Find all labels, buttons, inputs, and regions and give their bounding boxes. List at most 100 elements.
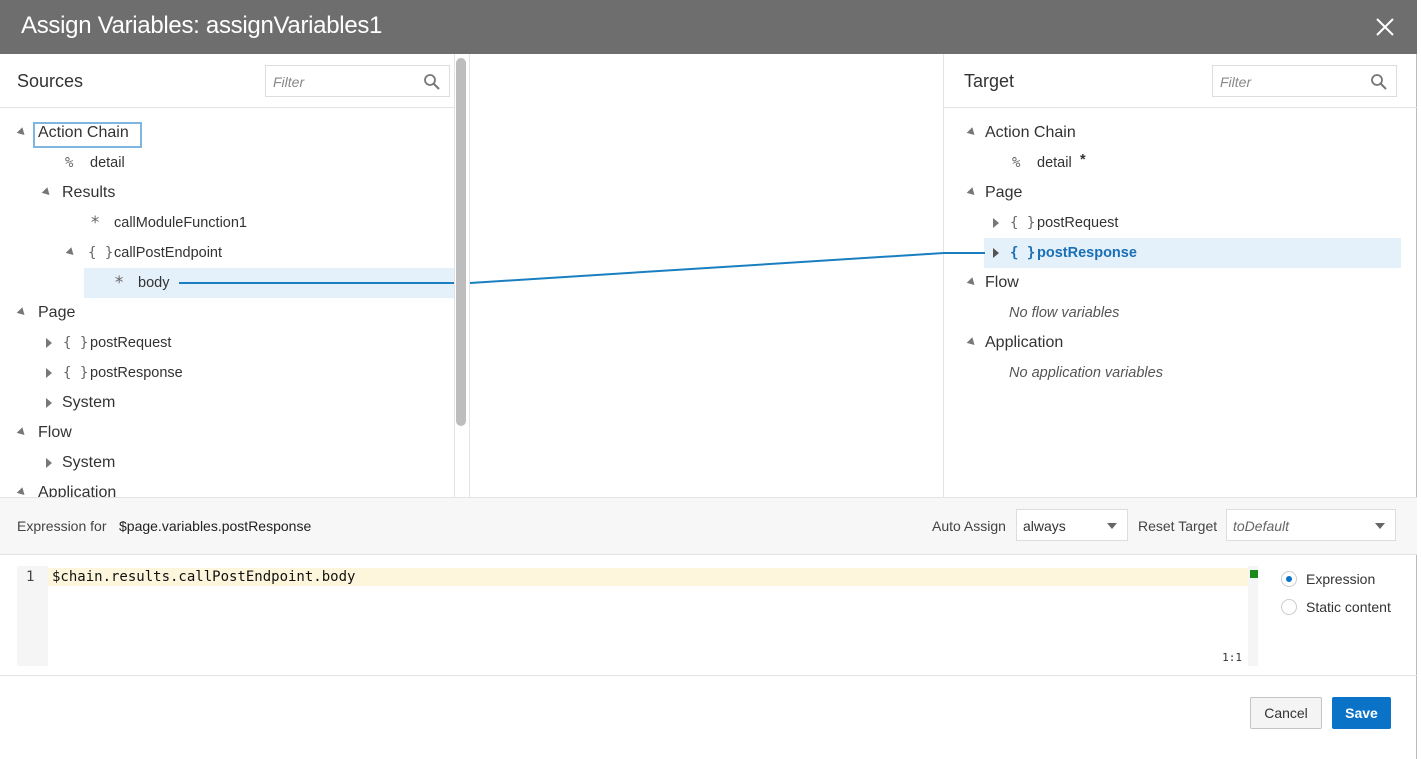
radio-expression-label[interactable]: Expression xyxy=(1306,571,1375,587)
collapse-icon[interactable] xyxy=(16,127,28,138)
collapse-icon[interactable] xyxy=(966,337,978,348)
collapse-icon[interactable] xyxy=(65,247,77,258)
dialog-footer: Cancel Save xyxy=(0,675,1417,759)
assign-variables-dialog: Assign Variables: assignVariables1 Sourc… xyxy=(0,0,1417,759)
canvas-divider-left xyxy=(469,54,470,498)
auto-assign-label: Auto Assign xyxy=(932,518,1006,534)
tree-node-system[interactable]: System xyxy=(0,388,454,418)
tree-node-callmodulefunction1[interactable]: * callModuleFunction1 xyxy=(0,208,454,238)
required-marker: * xyxy=(1080,152,1086,168)
editor-code-area[interactable]: $chain.results.callPostEndpoint.body 1:1 xyxy=(48,566,1248,666)
close-icon[interactable] xyxy=(1373,15,1397,39)
tree-node-action-chain[interactable]: Action Chain xyxy=(0,118,454,148)
tree-node-results[interactable]: Results xyxy=(0,178,454,208)
sources-header: Sources Filter xyxy=(0,54,455,108)
auto-assign-select[interactable]: always xyxy=(1016,509,1128,541)
tree-node-label: body xyxy=(138,275,170,291)
expand-icon[interactable] xyxy=(46,338,52,348)
sources-scrollbar[interactable] xyxy=(456,58,466,426)
asterisk-icon: * xyxy=(114,273,125,293)
collapse-icon[interactable] xyxy=(16,427,28,438)
sources-divider xyxy=(454,54,455,498)
tree-node-postresponse[interactable]: { } postResponse xyxy=(0,358,454,388)
tree-node-application[interactable]: Application xyxy=(944,328,1417,358)
expand-icon[interactable] xyxy=(993,248,999,258)
tree-node-callpostendpoint[interactable]: { } callPostEndpoint xyxy=(0,238,454,268)
search-icon[interactable] xyxy=(423,73,441,91)
expand-icon[interactable] xyxy=(993,218,999,228)
sources-filter-input[interactable]: Filter xyxy=(265,65,450,97)
tree-node-flow[interactable]: Flow xyxy=(944,268,1417,298)
collapse-icon[interactable] xyxy=(16,487,28,497)
tree-node-label: Page xyxy=(38,304,76,321)
object-icon: { } xyxy=(88,245,114,261)
collapse-icon[interactable] xyxy=(16,307,28,318)
tree-node-flow-system[interactable]: System xyxy=(0,448,454,478)
collapse-icon[interactable] xyxy=(966,277,978,288)
target-filter-placeholder: Filter xyxy=(1220,74,1252,90)
collapse-icon[interactable] xyxy=(41,187,53,198)
target-filter-input[interactable]: Filter xyxy=(1212,65,1397,97)
tree-node-postrequest[interactable]: { } postRequest xyxy=(944,208,1417,238)
expression-code[interactable]: $chain.results.callPostEndpoint.body xyxy=(52,569,355,585)
tree-node-action-chain[interactable]: Action Chain xyxy=(944,118,1417,148)
empty-note-text: No application variables xyxy=(1009,365,1163,381)
any-type-icon: % xyxy=(65,155,74,171)
reset-target-label: Reset Target xyxy=(1138,518,1218,534)
asterisk-icon: * xyxy=(90,213,101,233)
dialog-titlebar: Assign Variables: assignVariables1 xyxy=(0,0,1417,54)
target-heading: Target xyxy=(964,71,1015,91)
search-icon[interactable] xyxy=(1370,73,1388,91)
target-tree: Action Chain % detail * Page { } postReq… xyxy=(944,108,1417,497)
empty-flow-note: No flow variables xyxy=(944,298,1417,328)
radio-expression[interactable] xyxy=(1281,571,1297,587)
tree-node-label: Page xyxy=(985,184,1023,201)
tree-node-page[interactable]: Page xyxy=(0,298,454,328)
tree-node-label: postRequest xyxy=(1037,215,1119,231)
tree-node-body[interactable]: * body xyxy=(0,268,454,298)
expand-icon[interactable] xyxy=(46,458,52,468)
tree-node-label: Flow xyxy=(38,424,72,441)
tree-node-flow[interactable]: Flow xyxy=(0,418,454,448)
sources-tree: Action Chain % detail Results * callModu… xyxy=(0,108,454,497)
empty-application-note: No application variables xyxy=(944,358,1417,388)
tree-node-label: detail xyxy=(90,155,125,171)
cancel-button[interactable]: Cancel xyxy=(1250,697,1322,729)
expression-bar: Expression for $page.variables.postRespo… xyxy=(0,497,1417,555)
tree-node-detail[interactable]: % detail xyxy=(0,148,454,178)
expand-icon[interactable] xyxy=(46,398,52,408)
object-icon: { } xyxy=(63,365,89,381)
reset-target-select[interactable]: toDefault xyxy=(1226,509,1396,541)
reset-target-value: toDefault xyxy=(1233,518,1290,534)
tree-node-postresponse[interactable]: { } postResponse xyxy=(944,238,1417,268)
line-number: 1 xyxy=(26,569,35,585)
sources-filter-placeholder: Filter xyxy=(273,74,305,90)
tree-node-label: Action Chain xyxy=(38,124,129,141)
object-icon: { } xyxy=(63,335,89,351)
tree-node-detail[interactable]: % detail * xyxy=(944,148,1417,178)
any-type-icon: % xyxy=(1012,155,1021,171)
radio-static-content[interactable] xyxy=(1281,599,1297,615)
tree-node-application[interactable]: Application xyxy=(0,478,454,497)
tree-node-label: postRequest xyxy=(90,335,172,351)
valid-status-marker xyxy=(1250,570,1258,578)
radio-static-content-label[interactable]: Static content xyxy=(1306,599,1391,615)
collapse-icon[interactable] xyxy=(966,187,978,198)
object-icon: { } xyxy=(1010,215,1036,231)
collapse-icon[interactable] xyxy=(966,127,978,138)
save-button[interactable]: Save xyxy=(1332,697,1391,729)
dialog-title: Assign Variables: assignVariables1 xyxy=(21,12,383,39)
empty-note-text: No flow variables xyxy=(1009,305,1120,321)
tree-node-label: Results xyxy=(62,184,116,201)
tree-node-label: Flow xyxy=(985,274,1019,291)
object-icon: { } xyxy=(1010,245,1036,261)
tree-node-label: callModuleFunction1 xyxy=(114,215,247,231)
tree-node-postrequest[interactable]: { } postRequest xyxy=(0,328,454,358)
auto-assign-value: always xyxy=(1023,518,1066,534)
tree-node-page[interactable]: Page xyxy=(944,178,1417,208)
sources-heading: Sources xyxy=(17,71,84,91)
expand-icon[interactable] xyxy=(46,368,52,378)
expression-editor[interactable]: 1 $chain.results.callPostEndpoint.body 1… xyxy=(17,566,1258,666)
tree-node-label: System xyxy=(62,394,116,411)
chevron-down-icon xyxy=(1375,523,1385,529)
